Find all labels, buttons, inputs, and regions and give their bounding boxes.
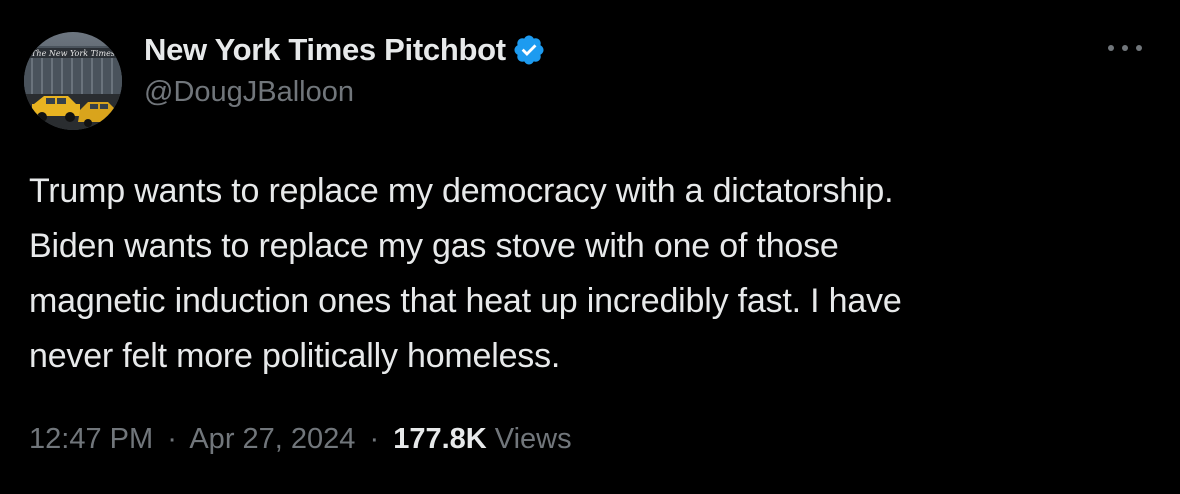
avatar-image: The New York Times — [24, 32, 122, 130]
meta-separator: · — [369, 423, 380, 455]
meta-separator: · — [167, 423, 177, 455]
display-name[interactable]: New York Times Pitchbot — [144, 32, 506, 68]
more-dot — [1108, 45, 1114, 51]
avatar-logo-text: The New York Times — [31, 49, 115, 58]
tweet-time[interactable]: 12:47 PM — [29, 423, 153, 455]
tweet-card: The New York Times New York Times Pitchb… — [0, 0, 1180, 494]
more-dot — [1122, 45, 1128, 51]
more-dot — [1136, 45, 1142, 51]
tweet-meta: 12:47 PM · Apr 27, 2024 · 177.8K Views — [29, 423, 572, 456]
tweet-date[interactable]: Apr 27, 2024 — [189, 423, 355, 455]
more-icon[interactable] — [1108, 38, 1142, 58]
verified-badge-icon[interactable] — [512, 33, 546, 67]
views-label[interactable]: Views — [495, 423, 572, 455]
author-info: New York Times Pitchbot @DougJBalloon — [144, 30, 546, 109]
tweet-text: Trump wants to replace my democracy with… — [29, 172, 902, 375]
avatar[interactable]: The New York Times — [24, 32, 122, 130]
handle[interactable]: @DougJBalloon — [144, 76, 546, 109]
views-count[interactable]: 177.8K — [393, 423, 487, 455]
display-name-row: New York Times Pitchbot — [144, 30, 546, 70]
